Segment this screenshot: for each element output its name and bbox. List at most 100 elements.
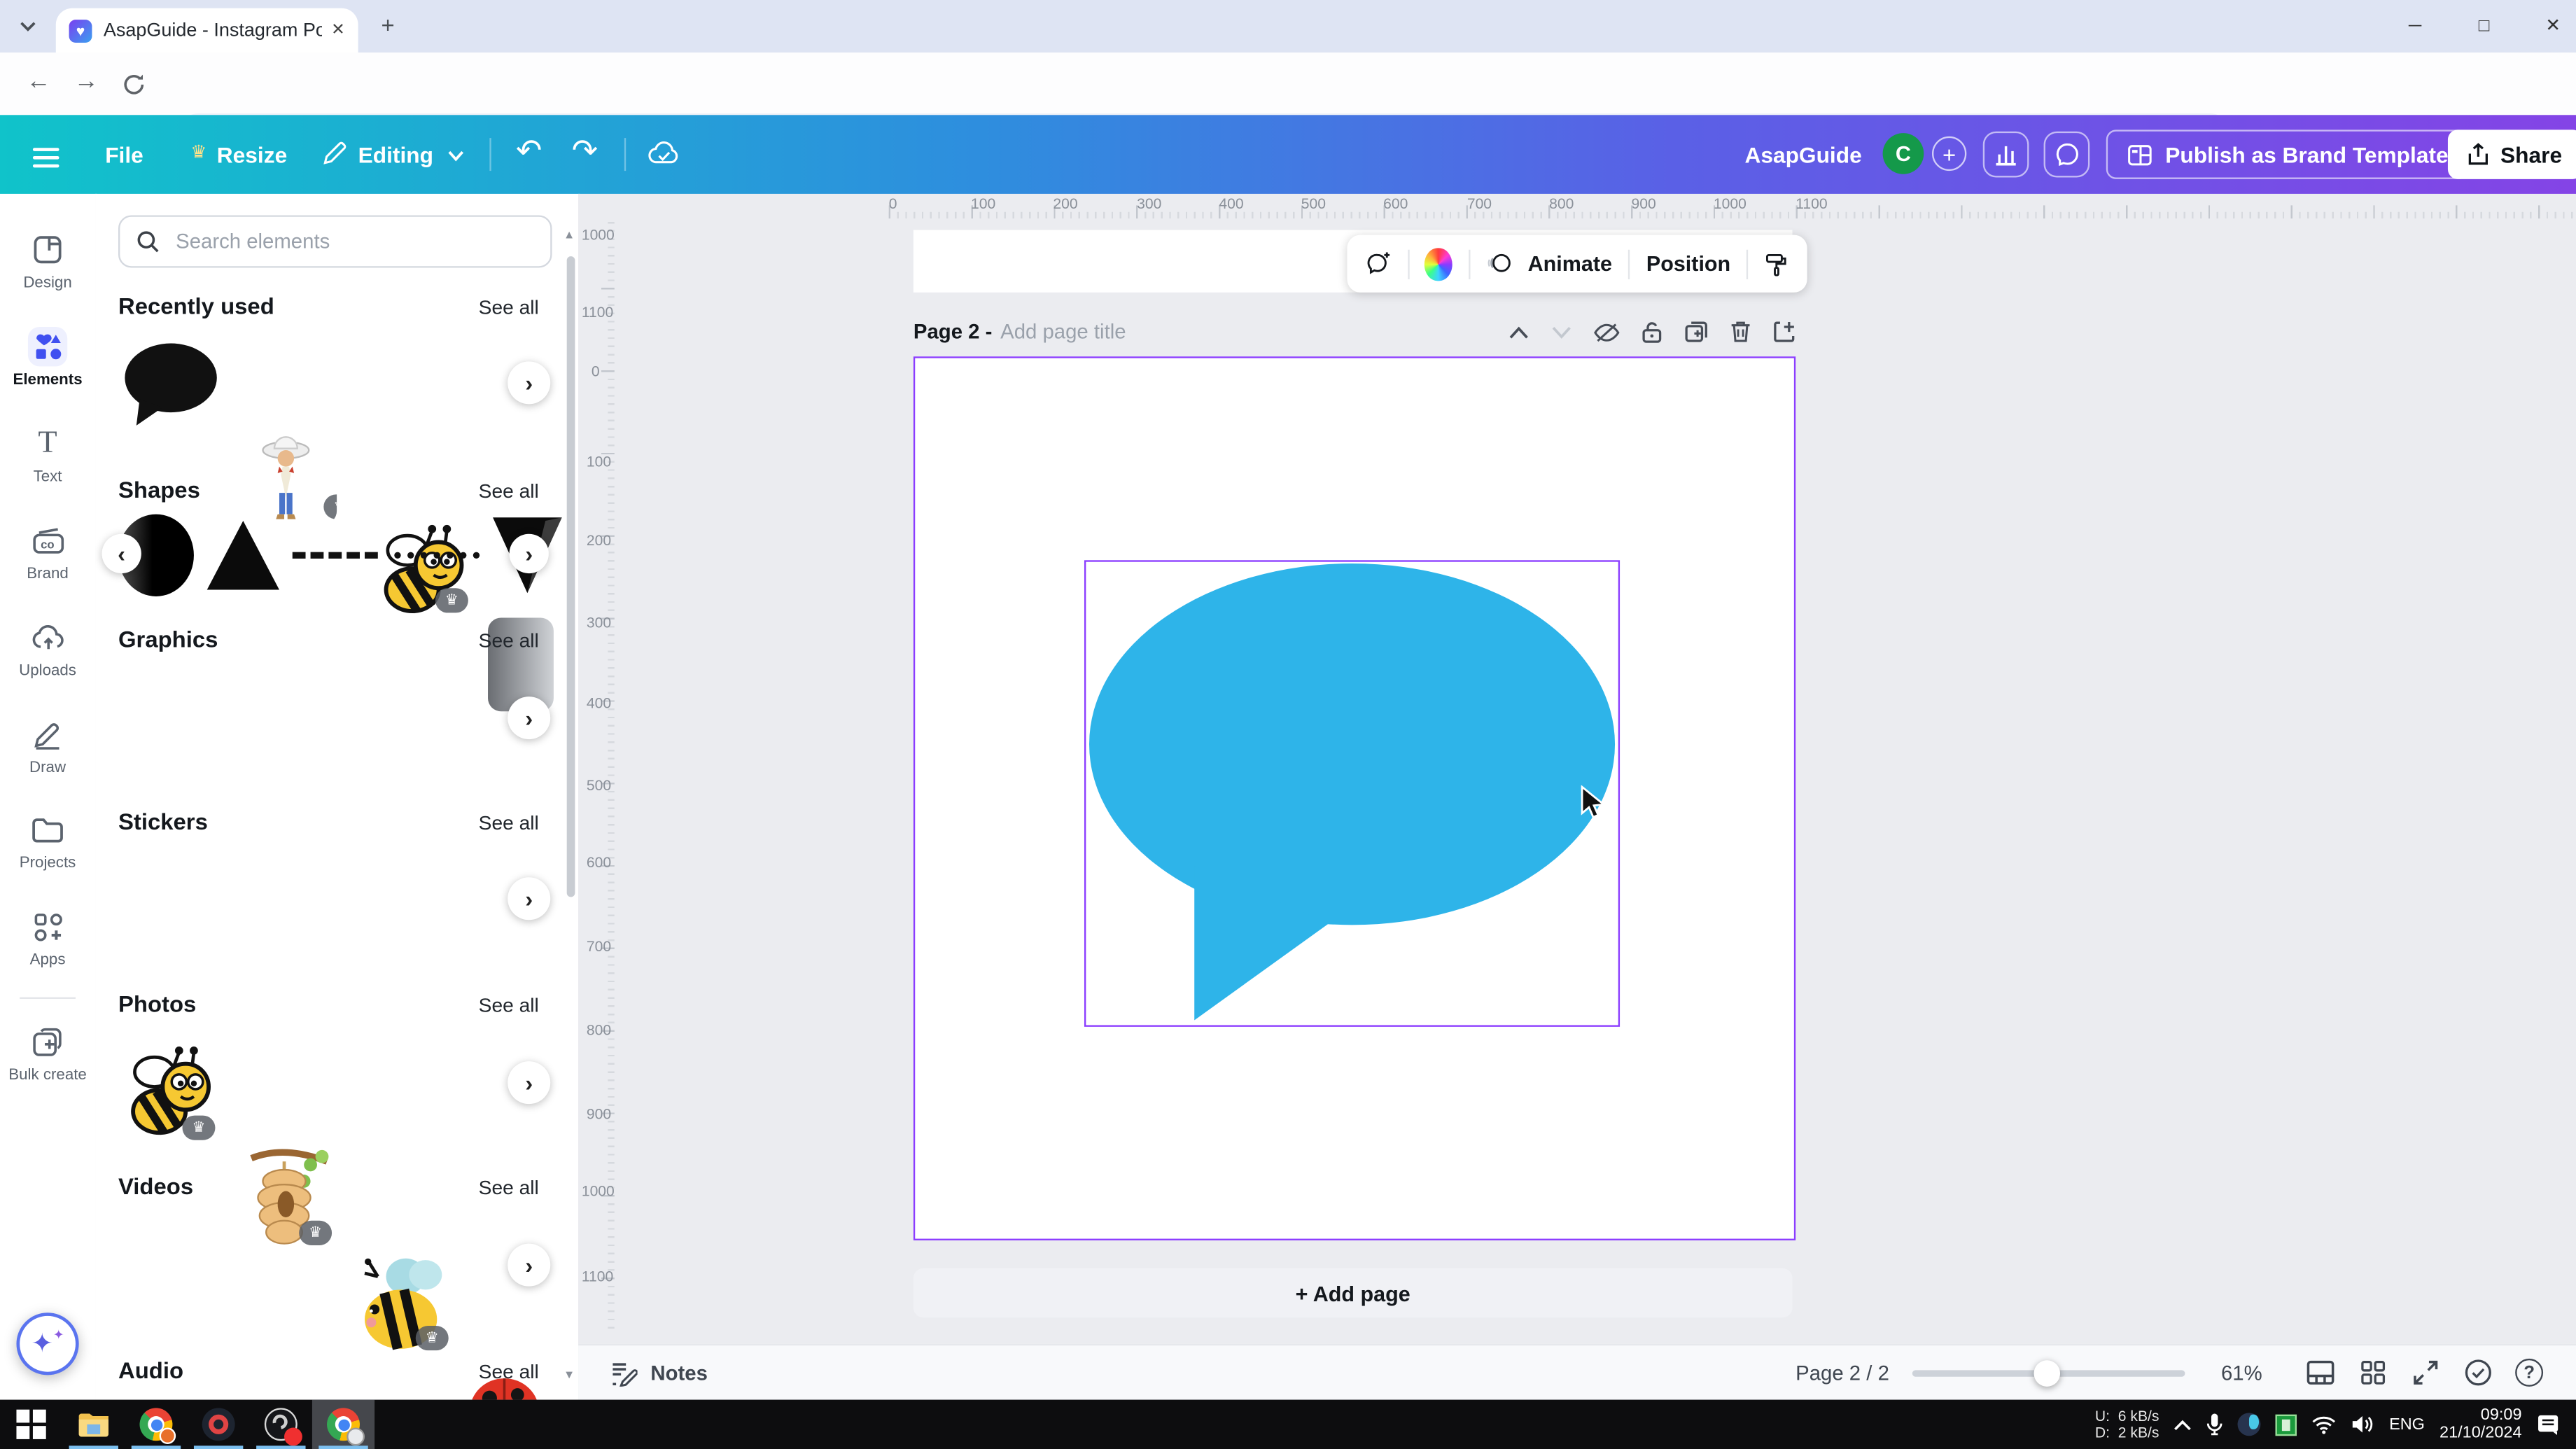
hide-page-icon[interactable]: [1594, 321, 1620, 343]
speaker-icon[interactable]: [2351, 1415, 2374, 1434]
paint-roller-icon[interactable]: [1765, 249, 1787, 279]
sidebar-item-draw[interactable]: Draw: [0, 715, 95, 777]
see-all-link[interactable]: See all: [479, 1360, 539, 1383]
sidebar-item-brand[interactable]: co Brand: [0, 521, 95, 583]
delete-page-icon[interactable]: [1730, 321, 1751, 344]
nightlight-icon[interactable]: [2238, 1413, 2261, 1436]
add-member-button[interactable]: +: [1932, 136, 1966, 171]
zoom-slider-thumb[interactable]: [2033, 1359, 2060, 1386]
see-all-link[interactable]: See all: [479, 811, 539, 834]
add-page-button[interactable]: + Add page: [913, 1268, 1793, 1317]
tab-close-icon[interactable]: ✕: [331, 22, 345, 40]
fullscreen-button[interactable]: [2410, 1358, 2440, 1387]
graphic-bee-blue-wings[interactable]: ♛: [351, 1250, 454, 1355]
obs-button[interactable]: [250, 1400, 312, 1449]
language-indicator[interactable]: ENG: [2389, 1415, 2425, 1434]
see-all-link[interactable]: See all: [479, 629, 539, 652]
videos-next-button[interactable]: ›: [507, 1244, 550, 1287]
tray-expand-icon[interactable]: [2174, 1419, 2192, 1430]
publish-brand-template-button[interactable]: Publish as Brand Template: [2106, 130, 2470, 178]
move-page-up-icon[interactable]: [1508, 325, 1530, 340]
panel-scroll-down-icon[interactable]: ▼: [564, 1370, 575, 1381]
shape-dashed-line[interactable]: [293, 552, 378, 566]
speech-bubble-element[interactable]: [1086, 562, 1616, 1023]
notes-button[interactable]: Notes: [650, 1361, 708, 1384]
stickers-next-button[interactable]: ›: [507, 877, 550, 920]
photos-next-button[interactable]: ›: [507, 1061, 550, 1104]
resize-menu[interactable]: Resize: [217, 143, 287, 167]
notification-center-icon[interactable]: [2537, 1413, 2560, 1436]
undo-icon[interactable]: ↶: [516, 133, 542, 171]
see-all-link[interactable]: See all: [479, 994, 539, 1017]
recent-speech-bubble-element[interactable]: [118, 337, 220, 430]
page-title-input[interactable]: Add page title: [1000, 321, 1126, 344]
tab-search-chevron-icon[interactable]: [20, 22, 36, 33]
reload-icon[interactable]: [122, 72, 146, 97]
help-button[interactable]: ?: [2515, 1359, 2543, 1387]
sidebar-item-bulk-create[interactable]: Bulk create: [0, 1022, 95, 1084]
recently-used-next-button[interactable]: ›: [507, 361, 550, 404]
start-button[interactable]: [0, 1400, 62, 1449]
tray-app-icon[interactable]: [2276, 1414, 2297, 1436]
user-avatar[interactable]: C: [1883, 133, 1924, 174]
redo-icon[interactable]: ↷: [572, 133, 598, 171]
shapes-prev-button[interactable]: ‹: [102, 534, 141, 573]
sidebar-item-uploads[interactable]: Uploads: [0, 617, 95, 680]
animate-icon[interactable]: [1486, 250, 1511, 278]
search-box[interactable]: [118, 215, 552, 267]
graphic-bee[interactable]: ♛: [118, 1040, 220, 1145]
window-minimize-button[interactable]: ─: [2402, 13, 2428, 40]
position-button[interactable]: Position: [1646, 251, 1730, 276]
forward-icon[interactable]: →: [74, 67, 99, 95]
sidebar-item-design[interactable]: Design: [0, 230, 95, 293]
insights-button[interactable]: [1983, 132, 2029, 178]
panel-scroll-up-icon[interactable]: ▲: [564, 230, 575, 241]
see-all-link[interactable]: See all: [479, 1176, 539, 1199]
browser-tab[interactable]: ♥ AsapGuide - Instagram Post ✕: [56, 8, 358, 52]
red-app-button[interactable]: [188, 1400, 250, 1449]
wifi-icon[interactable]: [2312, 1415, 2337, 1434]
microphone-icon[interactable]: [2207, 1413, 2223, 1436]
grid-view-button[interactable]: [2358, 1358, 2387, 1387]
shape-triangle[interactable]: [204, 517, 283, 593]
add-page-icon[interactable]: [1772, 321, 1795, 344]
file-menu[interactable]: File: [105, 143, 144, 167]
sidebar-item-apps[interactable]: Apps: [0, 907, 95, 969]
panel-scrollbar[interactable]: [567, 256, 575, 897]
canvas-area[interactable]: 0 100 200 300 400 500 600 700 800 900 10…: [578, 194, 2576, 1344]
shapes-next-button[interactable]: ›: [510, 534, 549, 573]
sidebar-item-elements[interactable]: Elements: [0, 327, 95, 389]
chrome-profile1-button[interactable]: [125, 1400, 187, 1449]
lock-page-icon[interactable]: [1642, 321, 1663, 344]
speech-bubble-selection[interactable]: [1084, 560, 1620, 1027]
animate-button[interactable]: Animate: [1528, 251, 1612, 276]
draw-icon: [31, 718, 64, 751]
add-comment-icon[interactable]: [1367, 250, 1391, 278]
file-explorer-button[interactable]: [62, 1400, 125, 1449]
main-menu-icon[interactable]: [33, 143, 59, 172]
sidebar-item-projects[interactable]: Projects: [0, 810, 95, 872]
share-button[interactable]: Share: [2448, 130, 2576, 178]
zoom-slider[interactable]: [1912, 1369, 2185, 1376]
shape-dotted-line[interactable]: [394, 552, 479, 566]
see-all-link[interactable]: See all: [479, 295, 539, 318]
editing-mode-menu[interactable]: Editing: [358, 143, 433, 167]
ai-assistant-button[interactable]: ✦ ✦: [16, 1312, 78, 1375]
color-picker-icon[interactable]: [1425, 247, 1452, 280]
project-name[interactable]: AsapGuide: [1744, 143, 1861, 167]
saved-status-button[interactable]: [2463, 1358, 2492, 1387]
chrome-active-button[interactable]: [312, 1400, 374, 1449]
graphics-next-button[interactable]: ›: [507, 696, 550, 739]
clock[interactable]: 09:09 21/10/2024: [2440, 1406, 2521, 1443]
window-maximize-button[interactable]: □: [2471, 13, 2498, 40]
back-icon[interactable]: ←: [27, 67, 51, 95]
comments-button[interactable]: [2044, 132, 2090, 178]
recent-bee-element[interactable]: ♛: [371, 524, 473, 618]
search-input[interactable]: [172, 228, 507, 255]
window-close-button[interactable]: ✕: [2540, 13, 2566, 40]
duplicate-page-icon[interactable]: [1684, 321, 1709, 344]
new-tab-button[interactable]: +: [381, 11, 394, 38]
pages-view-button[interactable]: [2305, 1358, 2334, 1387]
see-all-link[interactable]: See all: [479, 479, 539, 503]
sidebar-item-text[interactable]: T Text: [0, 424, 95, 486]
